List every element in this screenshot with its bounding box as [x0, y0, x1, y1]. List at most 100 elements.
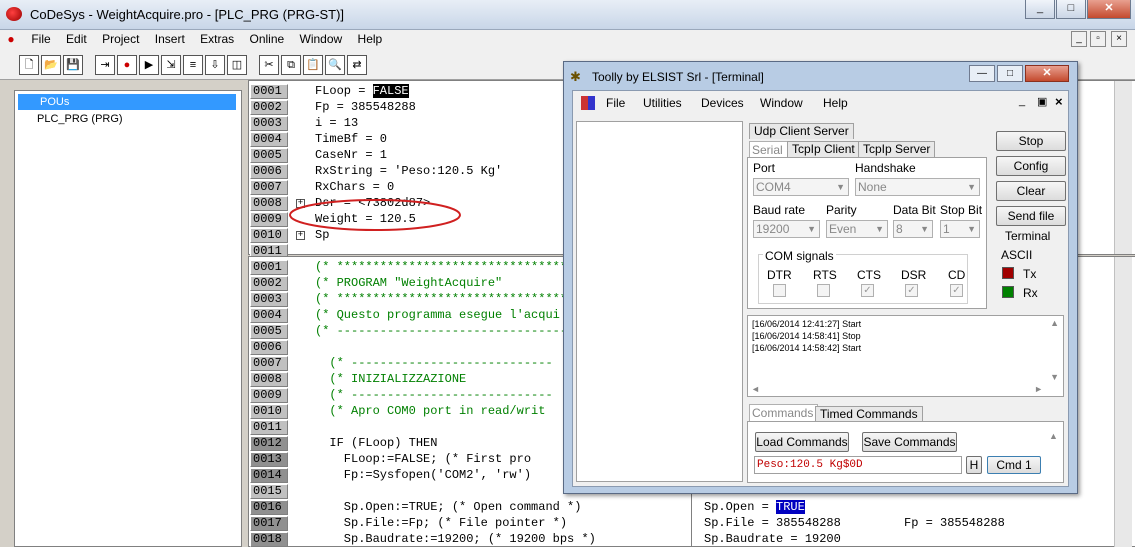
- terminal-menu-icon[interactable]: [581, 96, 595, 110]
- menu-window[interactable]: Window: [294, 30, 349, 48]
- tab-timed-commands[interactable]: Timed Commands: [815, 406, 923, 422]
- line-number: 0001: [250, 260, 288, 275]
- ascii-label: ASCII: [1001, 248, 1033, 262]
- child-minimize-button[interactable]: _: [1071, 31, 1087, 47]
- stop-button[interactable]: Stop: [996, 131, 1066, 151]
- tab-commands[interactable]: Commands: [749, 404, 819, 422]
- dtr-checkbox[interactable]: [773, 284, 786, 297]
- toolly-menu-help[interactable]: Help: [823, 96, 848, 110]
- toolly-menu-file[interactable]: File: [606, 96, 625, 110]
- com-signals-label: COM signals: [763, 249, 836, 263]
- toolly-menu-devices[interactable]: Devices: [701, 96, 744, 110]
- floop-value[interactable]: FALSE: [372, 84, 409, 98]
- menu-edit[interactable]: Edit: [60, 30, 93, 48]
- run-icon[interactable]: ▶: [139, 55, 159, 75]
- terminal-minimize-button[interactable]: _: [1019, 95, 1025, 107]
- handshake-select[interactable]: None ▼: [855, 178, 980, 196]
- paste-icon[interactable]: 📋: [303, 55, 323, 75]
- databit-select[interactable]: 8 ▼: [893, 220, 933, 238]
- maximize-button[interactable]: □: [1056, 0, 1086, 19]
- hex-button[interactable]: H: [966, 456, 982, 474]
- toolly-maximize-button[interactable]: □: [997, 65, 1023, 82]
- scroll-up-icon[interactable]: ▲: [1049, 431, 1058, 441]
- scroll-down-icon[interactable]: ▼: [1050, 372, 1059, 382]
- stop-icon[interactable]: ●: [117, 55, 137, 75]
- databit-label: Data Bit: [893, 203, 936, 217]
- vertical-scrollbar[interactable]: [1114, 257, 1132, 547]
- replace-icon[interactable]: ⇄: [347, 55, 367, 75]
- menu-project[interactable]: Project: [96, 30, 145, 48]
- databit-value: 8: [896, 222, 903, 236]
- declaration-line: TimeBf = 0: [315, 132, 388, 146]
- toolly-client: File Utilities Devices Window Help _ ▣ ×…: [572, 90, 1069, 487]
- copy-icon[interactable]: ⧉: [281, 55, 301, 75]
- cts-label: CTS: [857, 268, 881, 282]
- open-folder-icon[interactable]: 📂: [41, 55, 61, 75]
- save-commands-button[interactable]: Save Commands: [862, 432, 957, 452]
- send-file-button[interactable]: Send file: [996, 206, 1066, 226]
- monitor-open-value[interactable]: TRUE: [776, 500, 805, 514]
- find-icon[interactable]: 🔍: [325, 55, 345, 75]
- log-panel[interactable]: [16/06/2014 12:41:27] Start [16/06/2014 …: [747, 315, 1064, 397]
- menu-online[interactable]: Online: [243, 30, 290, 48]
- child-restore-button[interactable]: ▫: [1090, 31, 1106, 47]
- download-icon[interactable]: ⇩: [205, 55, 225, 75]
- parity-select[interactable]: Even ▼: [826, 220, 888, 238]
- dtr-label: DTR: [767, 268, 792, 282]
- tab-udp-client-server[interactable]: Udp Client Server: [749, 123, 854, 139]
- cut-icon[interactable]: ✂: [259, 55, 279, 75]
- toolly-minimize-button[interactable]: —: [969, 65, 995, 82]
- scroll-right-icon[interactable]: ►: [1034, 384, 1043, 394]
- tree-item-plc-prg[interactable]: PLC_PRG (PRG): [37, 113, 123, 125]
- menu-extras[interactable]: Extras: [194, 30, 240, 48]
- watch-icon[interactable]: ◫: [227, 55, 247, 75]
- step-icon[interactable]: ⇲: [161, 55, 181, 75]
- command-input[interactable]: Peso:120.5 Kg$0D: [754, 456, 962, 474]
- device-list[interactable]: [576, 121, 743, 482]
- line-number: 0009: [250, 212, 288, 227]
- breakpoint-icon[interactable]: ≡: [183, 55, 203, 75]
- tab-tcpip-client[interactable]: TcpIp Client: [787, 141, 860, 157]
- menu-help[interactable]: Help: [352, 30, 389, 48]
- vertical-scrollbar[interactable]: [1114, 81, 1132, 254]
- tab-tcpip-server[interactable]: TcpIp Server: [858, 141, 936, 157]
- stopbit-select[interactable]: 1 ▼: [940, 220, 980, 238]
- line-number: 0006: [250, 340, 288, 355]
- menu-insert[interactable]: Insert: [149, 30, 191, 48]
- save-icon[interactable]: 💾: [63, 55, 83, 75]
- declaration-line: RxChars = 0: [315, 180, 395, 194]
- new-file-icon[interactable]: 🗋: [19, 55, 39, 75]
- toolly-close-button[interactable]: ✕: [1025, 65, 1069, 82]
- scroll-up-icon[interactable]: ▲: [1050, 318, 1059, 328]
- monitor-open-label: Sp.Open =: [704, 500, 777, 514]
- close-button[interactable]: ✕: [1087, 0, 1131, 19]
- clear-button[interactable]: Clear: [996, 181, 1066, 201]
- menu-file[interactable]: File: [25, 30, 56, 48]
- terminal-restore-button[interactable]: ▣: [1037, 95, 1047, 108]
- minimize-button[interactable]: _: [1025, 0, 1055, 19]
- tree-root-pous[interactable]: POUs: [18, 94, 236, 110]
- cmd1-button[interactable]: Cmd 1: [987, 456, 1041, 474]
- port-select[interactable]: COM4 ▼: [753, 178, 849, 196]
- baud-select[interactable]: 19200 ▼: [753, 220, 820, 238]
- monitor-baud: Sp.Baudrate = 19200: [704, 532, 841, 546]
- pou-tree: POUs PLC_PRG (PRG): [14, 90, 242, 547]
- terminal-close-button[interactable]: ×: [1055, 94, 1063, 109]
- port-value: COM4: [756, 180, 791, 194]
- login-icon[interactable]: ⇥: [95, 55, 115, 75]
- config-button[interactable]: Config: [996, 156, 1066, 176]
- monitor-file: Sp.File = 385548288: [704, 516, 841, 530]
- declaration-line: CaseNr = 1: [315, 148, 388, 162]
- load-commands-button[interactable]: Load Commands: [755, 432, 849, 452]
- declaration-line: Fp = 385548288: [315, 100, 416, 114]
- code-line: Sp.File:=Fp; (* File pointer *): [315, 516, 568, 530]
- window-title: CoDeSys - WeightAcquire.pro - [PLC_PRG (…: [30, 7, 345, 22]
- rts-checkbox[interactable]: [817, 284, 830, 297]
- line-number: 0002: [250, 100, 288, 115]
- tx-label: Tx: [1023, 267, 1037, 281]
- toolly-menu-window[interactable]: Window: [760, 96, 803, 110]
- child-close-button[interactable]: ×: [1111, 31, 1127, 47]
- scroll-left-icon[interactable]: ◄: [751, 384, 760, 394]
- toolly-menu-utilities[interactable]: Utilities: [643, 96, 682, 110]
- chevron-down-icon: ▼: [807, 224, 816, 234]
